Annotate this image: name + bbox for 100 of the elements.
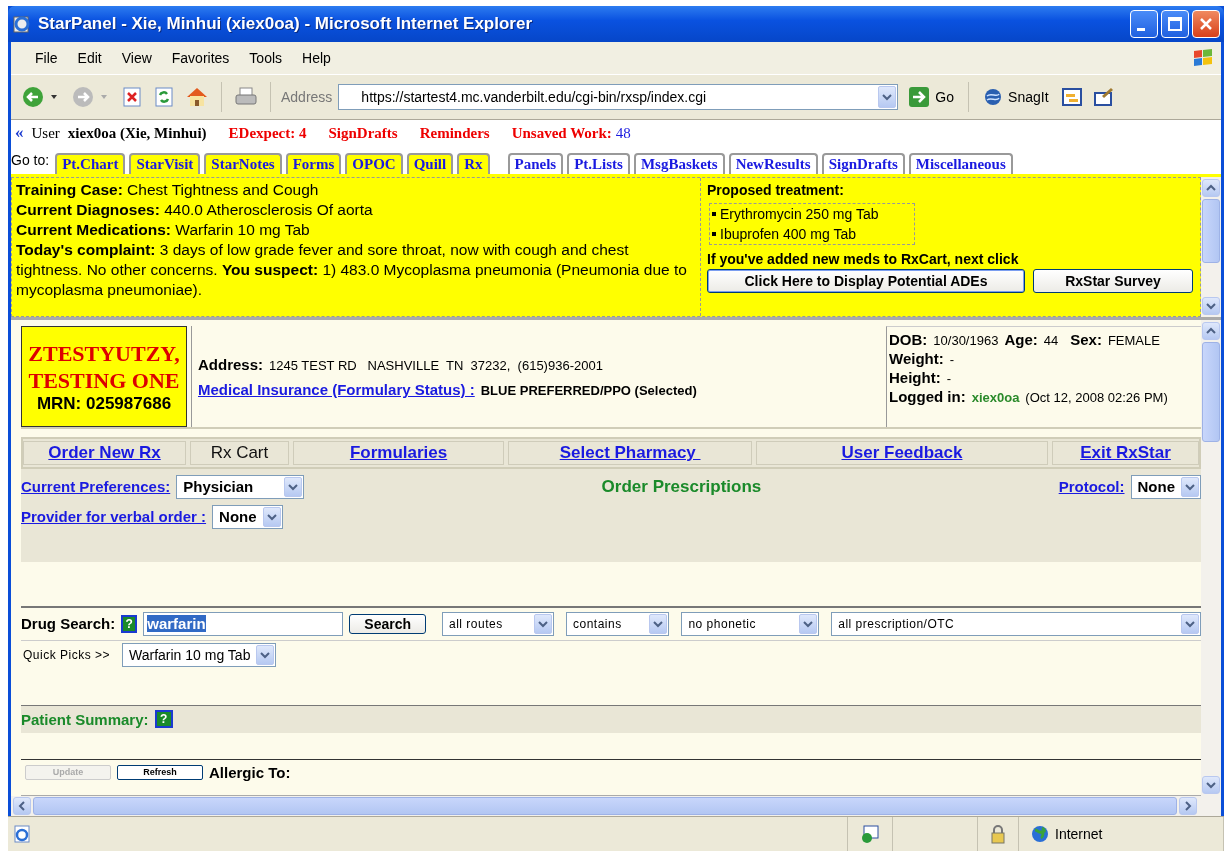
age-label: Age: bbox=[1004, 331, 1038, 348]
printer-icon bbox=[234, 86, 258, 108]
bullet-icon bbox=[712, 212, 716, 216]
scrollbar[interactable] bbox=[1201, 177, 1221, 317]
goto-tab[interactable]: Miscellaneous bbox=[908, 153, 1013, 174]
preferences-dropdown[interactable]: Physician bbox=[176, 474, 305, 499]
collapse-link[interactable]: « bbox=[15, 123, 24, 143]
scrollbar-thumb[interactable] bbox=[1202, 199, 1220, 263]
window-icon bbox=[1060, 87, 1083, 107]
insurance-value: BLUE PREFERRED/PPO (Selected) bbox=[480, 382, 697, 398]
dob-value: 10/30/1963 bbox=[933, 333, 999, 348]
goto-tab[interactable]: MsgBaskets bbox=[633, 153, 725, 174]
drug-search-label: Drug Search: bbox=[21, 615, 116, 633]
menu-item[interactable]: Edit bbox=[67, 50, 112, 66]
minimize-button[interactable] bbox=[1130, 10, 1158, 38]
medication-item: Erythromycin 250 mg Tab bbox=[720, 205, 879, 224]
patient-name: ZTESTYUTZY, TESTING ONE bbox=[28, 339, 180, 394]
patient-mrn: MRN: 025987686 bbox=[36, 393, 172, 414]
window-title: StarPanel - Xie, Minhui (xiex0oa) - Microsoft Internet Explorer bbox=[38, 14, 534, 34]
goto-tab[interactable]: StarVisit bbox=[129, 153, 201, 174]
goto-tab[interactable]: Pt.Chart bbox=[55, 153, 126, 174]
page-icon bbox=[12, 824, 32, 844]
chevron-down-icon bbox=[882, 93, 893, 101]
nav-tab[interactable]: Rx Cart bbox=[190, 441, 289, 465]
case-text: Current Diagnoses: 440.0 Atherosclerosis Of aorta bbox=[16, 200, 374, 220]
chevron-down-icon bbox=[653, 619, 664, 628]
lock-icon bbox=[990, 824, 1006, 844]
goto-tab[interactable]: Panels bbox=[507, 153, 564, 174]
chevron-right-icon bbox=[1184, 801, 1192, 811]
instruction-text: If you've added new meds to RxCart, next click bbox=[707, 250, 1020, 269]
home-icon bbox=[185, 86, 209, 108]
menu-item[interactable]: Help bbox=[292, 50, 341, 66]
quick-picks-dropdown[interactable]: Warfarin 10 mg Tab bbox=[122, 642, 277, 667]
globe-icon bbox=[1031, 825, 1049, 843]
alert-link[interactable]: Reminders bbox=[419, 124, 490, 142]
chevron-left-icon bbox=[18, 801, 26, 811]
goto-tab[interactable]: SignDrafts bbox=[821, 153, 905, 174]
goto-tab[interactable]: Forms bbox=[285, 153, 342, 174]
go-button[interactable]: Go bbox=[904, 86, 959, 108]
chevron-down-icon bbox=[266, 512, 277, 521]
filter-dropdown[interactable]: all prescription/OTC bbox=[831, 611, 1201, 636]
goto-tab[interactable]: Rx bbox=[457, 153, 490, 174]
goto-tab[interactable]: StarNotes bbox=[204, 153, 282, 174]
edit-page-icon bbox=[1092, 87, 1115, 107]
sex-value: FEMALE bbox=[1107, 333, 1160, 348]
sex-label: Sex: bbox=[1070, 331, 1102, 348]
nav-tab[interactable]: Order New Rx bbox=[23, 441, 187, 465]
menu-item[interactable]: File bbox=[25, 50, 68, 66]
goto-tab[interactable]: NewResults bbox=[728, 153, 818, 174]
unsaved-work-label: Unsaved Work: bbox=[511, 124, 612, 142]
filter-dropdown[interactable]: contains bbox=[566, 611, 670, 636]
survey-button[interactable]: RxStar Survey bbox=[1033, 269, 1193, 293]
provider-dropdown[interactable]: None bbox=[212, 504, 283, 529]
logged-in-user: xiex0oa bbox=[971, 390, 1020, 405]
chevron-down-icon bbox=[1206, 781, 1216, 789]
goto-tab[interactable]: Quill bbox=[406, 153, 454, 174]
help-button[interactable]: ? bbox=[121, 614, 138, 633]
alert-link[interactable]: EDexpect: 4 bbox=[228, 124, 307, 142]
menu-item[interactable]: View bbox=[111, 50, 162, 66]
chevron-down-icon bbox=[1185, 482, 1195, 491]
refresh-icon bbox=[153, 86, 175, 108]
height-value: - bbox=[946, 371, 951, 386]
protocol-link[interactable]: Protocol: bbox=[1058, 478, 1125, 496]
scrollbar-thumb[interactable] bbox=[1202, 342, 1220, 442]
close-button[interactable] bbox=[1192, 10, 1220, 38]
bullet-icon bbox=[712, 232, 716, 236]
address-field[interactable]: https://startest4.mc.vanderbilt.edu/cgi-bin/rxsp/index.cgi bbox=[338, 84, 899, 110]
menu-item[interactable]: Favorites bbox=[161, 50, 240, 66]
drug-search-field[interactable]: warfarin bbox=[143, 611, 344, 636]
chevron-down-icon bbox=[1206, 302, 1216, 310]
proposed-treatment-title: Proposed treatment: bbox=[707, 181, 845, 200]
display-ades-button[interactable]: Click Here to Display Potential ADEs bbox=[707, 269, 1025, 293]
help-button[interactable]: ? bbox=[154, 710, 173, 729]
filter-dropdown[interactable]: no phonetic bbox=[681, 611, 820, 636]
insurance-link[interactable]: Medical Insurance (Formulary Status) : bbox=[198, 380, 475, 398]
nav-tab[interactable]: Exit RxStar bbox=[1052, 441, 1199, 465]
allergy-label: Allergic To: bbox=[209, 764, 291, 781]
preferences-link[interactable]: Current Preferences: bbox=[21, 478, 171, 496]
snagit-button[interactable]: SnagIt bbox=[979, 87, 1053, 107]
nav-tab[interactable]: Formularies bbox=[292, 441, 505, 465]
menu-item[interactable]: Tools bbox=[239, 50, 293, 66]
verbal-order-link[interactable]: Provider for verbal order : bbox=[21, 508, 207, 526]
search-button[interactable]: Search bbox=[349, 613, 426, 634]
maximize-button[interactable] bbox=[1161, 10, 1189, 38]
minimize-icon bbox=[1137, 27, 1145, 31]
user-name: xiex0oa (Xie, Minhui) bbox=[67, 124, 207, 142]
nav-tab[interactable]: User Feedback bbox=[755, 441, 1048, 465]
filter-dropdown[interactable]: all routes bbox=[442, 611, 554, 636]
protocol-dropdown[interactable]: None bbox=[1130, 474, 1201, 499]
summary-button[interactable]: Refresh bbox=[117, 765, 203, 780]
goto-tab[interactable]: Pt.Lists bbox=[567, 153, 630, 174]
alert-link[interactable]: SignDrafts bbox=[328, 124, 398, 142]
age-value: 44 bbox=[1043, 333, 1059, 348]
scrollbar[interactable] bbox=[1201, 320, 1221, 796]
nav-tab[interactable]: Select Pharmacy bbox=[508, 441, 752, 465]
goto-tab[interactable]: OPOC bbox=[345, 153, 403, 174]
dob-label: DOB: bbox=[889, 331, 928, 348]
height-label: Height: bbox=[889, 369, 941, 386]
patient-summary-title: Patient Summary: bbox=[21, 710, 149, 728]
goto-label: Go to: bbox=[11, 152, 50, 168]
